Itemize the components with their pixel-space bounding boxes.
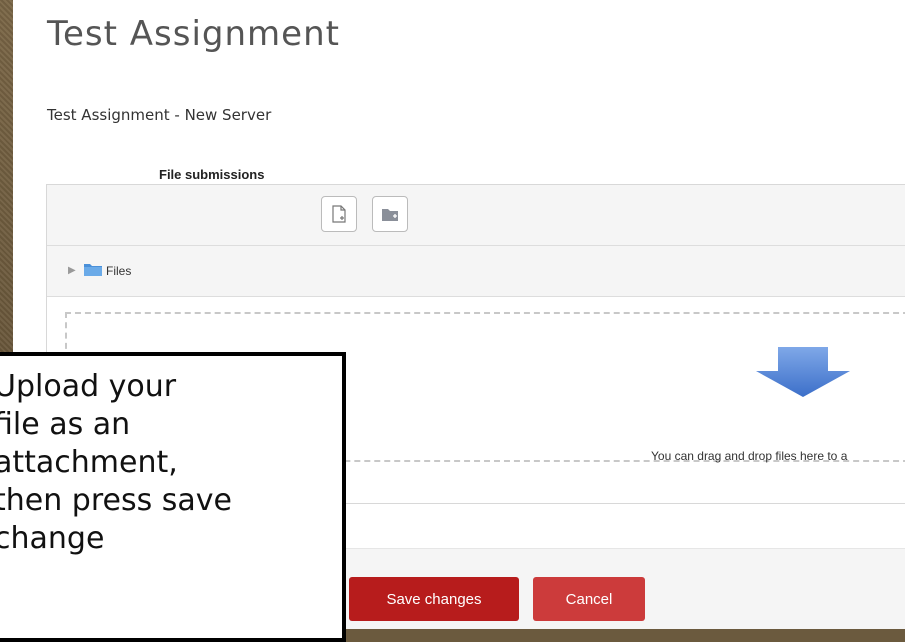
- file-manager-toolbar: [47, 185, 905, 246]
- files-folder-label[interactable]: Files: [106, 264, 131, 278]
- instruction-callout: Upload your file as an attachment, then …: [0, 352, 346, 642]
- callout-line: then press save: [0, 483, 232, 518]
- create-folder-icon: [382, 209, 398, 221]
- save-changes-button[interactable]: Save changes: [349, 577, 519, 621]
- add-file-button[interactable]: [321, 196, 357, 232]
- callout-line: file as an: [0, 407, 131, 442]
- folder-icon: [84, 264, 102, 276]
- expand-triangle-icon[interactable]: ▶: [68, 265, 76, 276]
- drop-arrow-icon: [756, 347, 850, 397]
- callout-line: change: [0, 521, 105, 556]
- drop-hint-text: You can drag and drop files here to a: [651, 449, 848, 463]
- callout-line: attachment,: [0, 445, 178, 480]
- add-file-icon: [332, 205, 346, 223]
- create-folder-button[interactable]: [372, 196, 408, 232]
- files-tree-row[interactable]: ▶ Files: [47, 246, 905, 297]
- page-subtitle: Test Assignment - New Server: [47, 106, 272, 124]
- file-submissions-label: File submissions: [159, 167, 265, 182]
- page-title: Test Assignment: [47, 14, 340, 54]
- cancel-button[interactable]: Cancel: [533, 577, 645, 621]
- callout-line: Upload your: [0, 369, 177, 404]
